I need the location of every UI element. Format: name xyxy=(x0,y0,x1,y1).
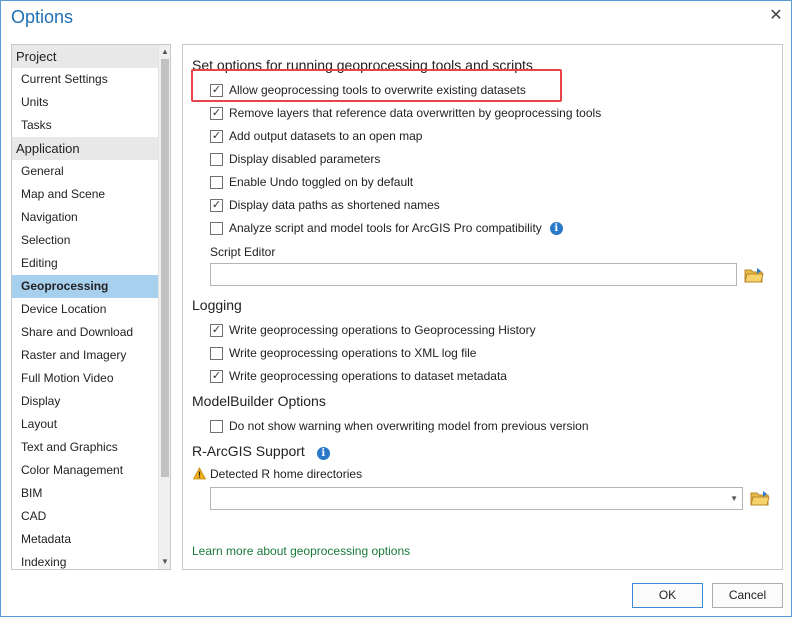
remove-layers-checkbox[interactable]: ✓ xyxy=(210,106,223,120)
sidebar-item-bim[interactable]: BIM xyxy=(12,482,158,505)
log-xml-checkbox[interactable] xyxy=(210,346,223,360)
sidebar-item-navigation[interactable]: Navigation xyxy=(12,206,158,229)
sidebar-item-current-settings[interactable]: Current Settings xyxy=(12,68,158,91)
sidebar-item-map-and-scene[interactable]: Map and Scene xyxy=(12,183,158,206)
r-arcgis-header-label: R-ArcGIS Support xyxy=(192,443,305,459)
overwrite-datasets-label: Allow geoprocessing tools to overwrite e… xyxy=(229,83,526,97)
check-icon: ✓ xyxy=(211,369,222,382)
option-overwrite-model-warning[interactable]: Do not show warning when overwriting mod… xyxy=(210,418,589,434)
shortened-paths-checkbox[interactable]: ✓ xyxy=(210,198,223,212)
shortened-paths-label: Display data paths as shortened names xyxy=(229,198,440,212)
overwrite-model-warning-checkbox[interactable] xyxy=(210,419,223,433)
browse-folder-icon[interactable] xyxy=(750,490,770,506)
log-history-checkbox[interactable]: ✓ xyxy=(210,323,223,337)
geoprocessing-options-panel: Set options for running geoprocessing to… xyxy=(182,44,783,570)
sidebar-list: Project Current Settings Units Tasks App… xyxy=(12,45,158,569)
sidebar-item-share-and-download[interactable]: Share and Download xyxy=(12,321,158,344)
add-output-label: Add output datasets to an open map xyxy=(229,129,423,143)
dialog-title: Options xyxy=(11,7,74,27)
sidebar-item-device-location[interactable]: Device Location xyxy=(12,298,158,321)
sidebar-item-indexing[interactable]: Indexing xyxy=(12,551,158,569)
r-home-dropdown[interactable]: ▼ xyxy=(210,487,743,510)
option-overwrite-datasets[interactable]: ✓ Allow geoprocessing tools to overwrite… xyxy=(210,82,526,98)
overwrite-model-warning-label: Do not show warning when overwriting mod… xyxy=(229,419,589,433)
section-header-general: Set options for running geoprocessing to… xyxy=(192,57,533,73)
option-analyze-compatibility[interactable]: Analyze script and model tools for ArcGI… xyxy=(210,220,563,236)
info-icon[interactable]: i xyxy=(549,221,563,235)
sidebar-group-application: Application xyxy=(12,137,158,160)
check-icon: ✓ xyxy=(211,129,222,142)
options-dialog: Options ✕ Project Current Settings Units… xyxy=(0,0,792,617)
sidebar-item-tasks[interactable]: Tasks xyxy=(12,114,158,137)
check-icon: ✓ xyxy=(211,198,222,211)
section-header-r-arcgis: R-ArcGIS Support i xyxy=(192,443,330,460)
enable-undo-checkbox[interactable] xyxy=(210,175,223,189)
section-header-logging: Logging xyxy=(192,297,242,313)
option-remove-layers[interactable]: ✓ Remove layers that reference data over… xyxy=(210,105,601,121)
sidebar-scrollbar[interactable]: ▲ ▼ xyxy=(158,45,170,569)
display-disabled-label: Display disabled parameters xyxy=(229,152,381,166)
sidebar-item-metadata[interactable]: Metadata xyxy=(12,528,158,551)
log-history-label: Write geoprocessing operations to Geopro… xyxy=(229,323,536,337)
check-icon: ✓ xyxy=(211,106,222,119)
log-metadata-checkbox[interactable]: ✓ xyxy=(210,369,223,383)
browse-folder-icon[interactable] xyxy=(744,267,764,283)
remove-layers-label: Remove layers that reference data overwr… xyxy=(229,106,602,120)
display-disabled-checkbox[interactable] xyxy=(210,152,223,166)
detected-r-home-label: Detected R home directories xyxy=(210,467,363,481)
sidebar-item-units[interactable]: Units xyxy=(12,91,158,114)
script-editor-label: Script Editor xyxy=(210,245,276,259)
options-sidebar: Project Current Settings Units Tasks App… xyxy=(11,44,171,570)
section-header-modelbuilder: ModelBuilder Options xyxy=(192,393,326,409)
sidebar-item-layout[interactable]: Layout xyxy=(12,413,158,436)
cancel-button[interactable]: Cancel xyxy=(712,583,783,608)
scroll-down-icon[interactable]: ▼ xyxy=(159,555,170,569)
close-icon[interactable]: ✕ xyxy=(767,7,785,25)
log-metadata-label: Write geoprocessing operations to datase… xyxy=(229,369,507,383)
sidebar-item-selection[interactable]: Selection xyxy=(12,229,158,252)
sidebar-item-full-motion-video[interactable]: Full Motion Video xyxy=(12,367,158,390)
sidebar-item-display[interactable]: Display xyxy=(12,390,158,413)
warning-icon xyxy=(193,467,206,480)
add-output-checkbox[interactable]: ✓ xyxy=(210,129,223,143)
info-icon[interactable]: i xyxy=(316,447,330,460)
sidebar-item-color-management[interactable]: Color Management xyxy=(12,459,158,482)
check-icon: ✓ xyxy=(211,323,222,336)
overwrite-datasets-checkbox[interactable]: ✓ xyxy=(210,83,223,97)
option-enable-undo[interactable]: Enable Undo toggled on by default xyxy=(210,174,413,190)
check-icon: ✓ xyxy=(211,83,222,96)
script-editor-input[interactable] xyxy=(210,263,737,286)
log-xml-label: Write geoprocessing operations to XML lo… xyxy=(229,346,477,360)
scroll-up-icon[interactable]: ▲ xyxy=(159,45,170,59)
sidebar-item-raster-and-imagery[interactable]: Raster and Imagery xyxy=(12,344,158,367)
analyze-compatibility-checkbox[interactable] xyxy=(210,221,223,235)
sidebar-item-general[interactable]: General xyxy=(12,160,158,183)
sidebar-group-project: Project xyxy=(12,45,158,68)
chevron-down-icon[interactable]: ▼ xyxy=(730,494,738,503)
option-log-history[interactable]: ✓ Write geoprocessing operations to Geop… xyxy=(210,322,536,338)
option-display-disabled-parameters[interactable]: Display disabled parameters xyxy=(210,151,380,167)
analyze-compatibility-label: Analyze script and model tools for ArcGI… xyxy=(229,221,542,235)
option-log-xml[interactable]: Write geoprocessing operations to XML lo… xyxy=(210,345,476,361)
option-add-output-datasets[interactable]: ✓ Add output datasets to an open map xyxy=(210,128,422,144)
option-log-metadata[interactable]: ✓ Write geoprocessing operations to data… xyxy=(210,368,507,384)
option-shortened-paths[interactable]: ✓ Display data paths as shortened names xyxy=(210,197,440,213)
sidebar-item-geoprocessing[interactable]: Geoprocessing xyxy=(12,275,158,298)
sidebar-item-cad[interactable]: CAD xyxy=(12,505,158,528)
learn-more-link[interactable]: Learn more about geoprocessing options xyxy=(192,544,410,558)
sidebar-item-text-and-graphics[interactable]: Text and Graphics xyxy=(12,436,158,459)
sidebar-item-editing[interactable]: Editing xyxy=(12,252,158,275)
scroll-thumb[interactable] xyxy=(161,59,169,477)
enable-undo-label: Enable Undo toggled on by default xyxy=(229,175,414,189)
ok-button[interactable]: OK xyxy=(632,583,703,608)
